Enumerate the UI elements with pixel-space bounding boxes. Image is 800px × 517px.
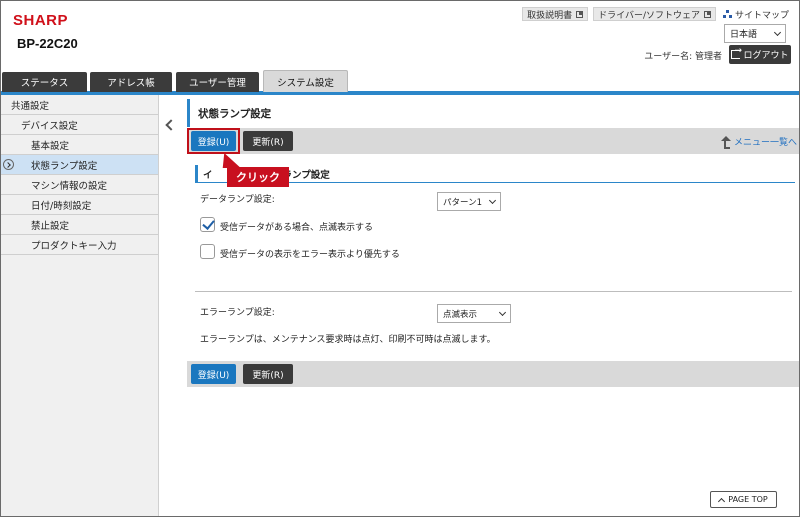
data-lamp-value: パターン1	[443, 197, 482, 208]
user-name: ユーザー名: 管理者	[644, 52, 722, 62]
blink-on-receive-checkbox[interactable]	[200, 217, 215, 232]
sidebar-item-prohibit[interactable]: 禁止設定	[1, 215, 158, 235]
error-lamp-note: エラーランプは、メンテナンス要求時は点灯、印刷不可時は点滅します。	[200, 335, 496, 345]
external-link-icon	[576, 10, 584, 18]
sidebar-item-date-time[interactable]: 日付/時刻設定	[1, 195, 158, 215]
driver-link-label: ドライバー/ソフトウェア	[598, 10, 700, 21]
sidebar: 共通設定 デバイス設定 基本設定 状態ランプ設定 マシン情報の設定 日付/時刻設…	[1, 95, 159, 516]
data-lamp-label: データランプ設定:	[200, 195, 275, 205]
brand-logo: SHARP	[13, 12, 69, 29]
logout-icon	[731, 46, 742, 59]
page-top-button[interactable]: PAGE TOP	[710, 491, 777, 508]
register-highlight	[187, 128, 240, 154]
sitemap-label: サイトマップ	[734, 10, 789, 21]
chevron-up-icon	[718, 497, 726, 505]
error-lamp-value: 点滅表示	[443, 309, 478, 320]
chevron-down-icon	[488, 196, 497, 204]
sidebar-item-label: 日付/時刻設定	[31, 200, 92, 212]
menu-list-label: メニュー一覧へ	[733, 138, 797, 148]
click-callout: クリック	[227, 167, 289, 187]
chevron-down-icon	[498, 308, 507, 316]
driver-software-link[interactable]: ドライバー/ソフトウェア	[593, 7, 716, 21]
sidebar-item-label: 状態ランプ設定	[31, 160, 98, 172]
model-name: BP-22C20	[17, 36, 78, 51]
prioritize-data-checkbox[interactable]	[200, 244, 215, 259]
bottom-toolbar: 登録(U) 更新(R)	[187, 361, 799, 387]
sidebar-item-label: 禁止設定	[31, 220, 70, 232]
error-lamp-select[interactable]: 点滅表示	[437, 304, 511, 323]
section-title-right: ランプ設定	[282, 169, 330, 181]
chevron-down-icon	[773, 28, 782, 36]
app-window: SHARP BP-22C20 取扱説明書 ドライバー/ソフトウェア サイトマップ…	[0, 0, 800, 517]
collapse-sidebar-button[interactable]	[159, 107, 179, 163]
sitemap-link[interactable]: サイトマップ	[722, 8, 789, 21]
manual-link[interactable]: 取扱説明書	[522, 7, 589, 21]
refresh-button-bottom[interactable]: 更新(R)	[243, 364, 293, 384]
data-lamp-select[interactable]: パターン1	[437, 192, 501, 211]
sidebar-item-label: 基本設定	[31, 140, 70, 152]
register-button-bottom[interactable]: 登録(U)	[191, 364, 236, 384]
top-links: 取扱説明書 ドライバー/ソフトウェア サイトマップ	[522, 7, 789, 21]
prioritize-data-label: 受信データの表示をエラー表示より優先する	[220, 250, 400, 260]
tab-status[interactable]: ステータス	[2, 72, 87, 92]
sidebar-item-label: 共通設定	[11, 100, 50, 112]
refresh-button[interactable]: 更新(R)	[243, 131, 293, 151]
back-to-menu-icon	[720, 135, 731, 149]
top-toolbar: 登録(U) 更新(R) メニュー一覧へ	[187, 128, 799, 154]
language-select[interactable]: 日本語	[724, 24, 786, 43]
sidebar-item-label: プロダクトキー入力	[31, 240, 117, 252]
logout-label: ログアウト	[743, 51, 789, 61]
sidebar-item-label: デバイス設定	[21, 120, 78, 132]
sidebar-item-common-settings[interactable]: 共通設定	[1, 95, 158, 115]
manual-link-label: 取扱説明書	[527, 10, 573, 21]
external-link-icon	[703, 10, 711, 18]
current-arrow-icon	[3, 159, 14, 170]
language-value: 日本語	[730, 30, 758, 40]
tab-user-management[interactable]: ユーザー管理	[176, 72, 259, 92]
chevron-left-icon	[164, 119, 177, 131]
divider	[195, 291, 792, 292]
main-tabs: ステータス アドレス帳 ユーザー管理 システム設定	[1, 70, 799, 95]
sidebar-item-basic-settings[interactable]: 基本設定	[1, 135, 158, 155]
main-content: 状態ランプ設定 登録(U) 更新(R) メニュー一覧へ イ ランプ設定 クリック…	[187, 95, 799, 516]
blink-on-receive-label: 受信データがある場合、点滅表示する	[220, 223, 374, 233]
section-title-left: イ	[203, 169, 213, 181]
sidebar-item-machine-info[interactable]: マシン情報の設定	[1, 175, 158, 195]
page-title: 状態ランプ設定	[187, 99, 799, 127]
logout-button[interactable]: ログアウト	[729, 45, 791, 64]
error-lamp-label: エラーランプ設定:	[200, 308, 275, 318]
sidebar-item-label: マシン情報の設定	[31, 180, 108, 192]
sidebar-item-product-key[interactable]: プロダクトキー入力	[1, 235, 158, 255]
sidebar-collapse-area	[159, 95, 181, 516]
sidebar-item-device-settings[interactable]: デバイス設定	[1, 115, 158, 135]
page-top-label: PAGE TOP	[728, 495, 768, 504]
tab-address-book[interactable]: アドレス帳	[90, 72, 172, 92]
tab-system-settings[interactable]: システム設定	[263, 70, 348, 92]
sidebar-item-status-lamp[interactable]: 状態ランプ設定	[1, 155, 158, 175]
sitemap-icon	[722, 10, 732, 18]
menu-list-link[interactable]: メニュー一覧へ	[720, 135, 797, 149]
